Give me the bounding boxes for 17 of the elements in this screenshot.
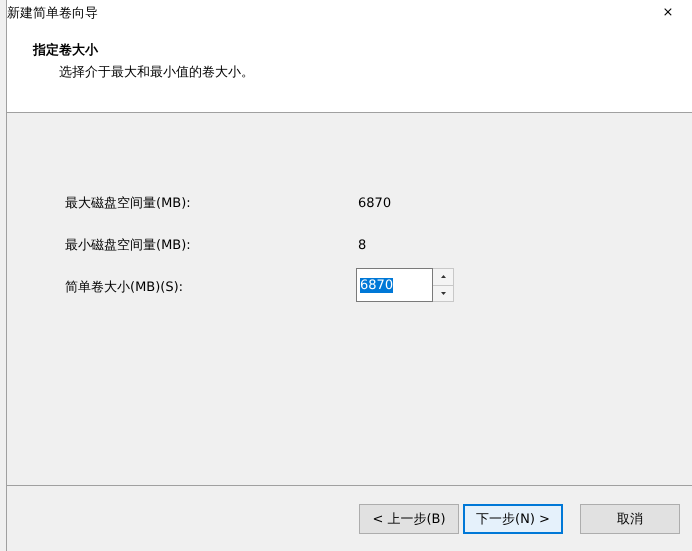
wizard-button[interactable]: 下一步(N) > bbox=[463, 504, 563, 534]
field-value: 6870 bbox=[358, 196, 392, 210]
field-label: 简单卷大小(MB)(S): bbox=[65, 279, 184, 296]
down-arrow-icon bbox=[440, 292, 446, 295]
spin-up-button[interactable] bbox=[433, 269, 453, 284]
page-heading: 指定卷大小 bbox=[33, 42, 100, 59]
size-field[interactable]: 6870 bbox=[356, 268, 433, 302]
field-label: 最大磁盘空间量(MB): bbox=[65, 195, 192, 212]
wizard-button[interactable]: 取消 bbox=[580, 504, 680, 534]
wizard-button[interactable]: < 上一步(B) bbox=[359, 504, 459, 534]
field-label: 最小磁盘空间量(MB): bbox=[65, 237, 192, 254]
spin-down-button[interactable] bbox=[433, 284, 453, 301]
page-description: 选择介于最大和最小值的卷大小。 bbox=[59, 64, 255, 81]
window-title: 新建简单卷向导 bbox=[7, 4, 98, 22]
up-arrow-icon bbox=[440, 275, 446, 278]
field-value: 8 bbox=[358, 238, 366, 252]
close-icon[interactable]: × bbox=[648, 5, 688, 20]
